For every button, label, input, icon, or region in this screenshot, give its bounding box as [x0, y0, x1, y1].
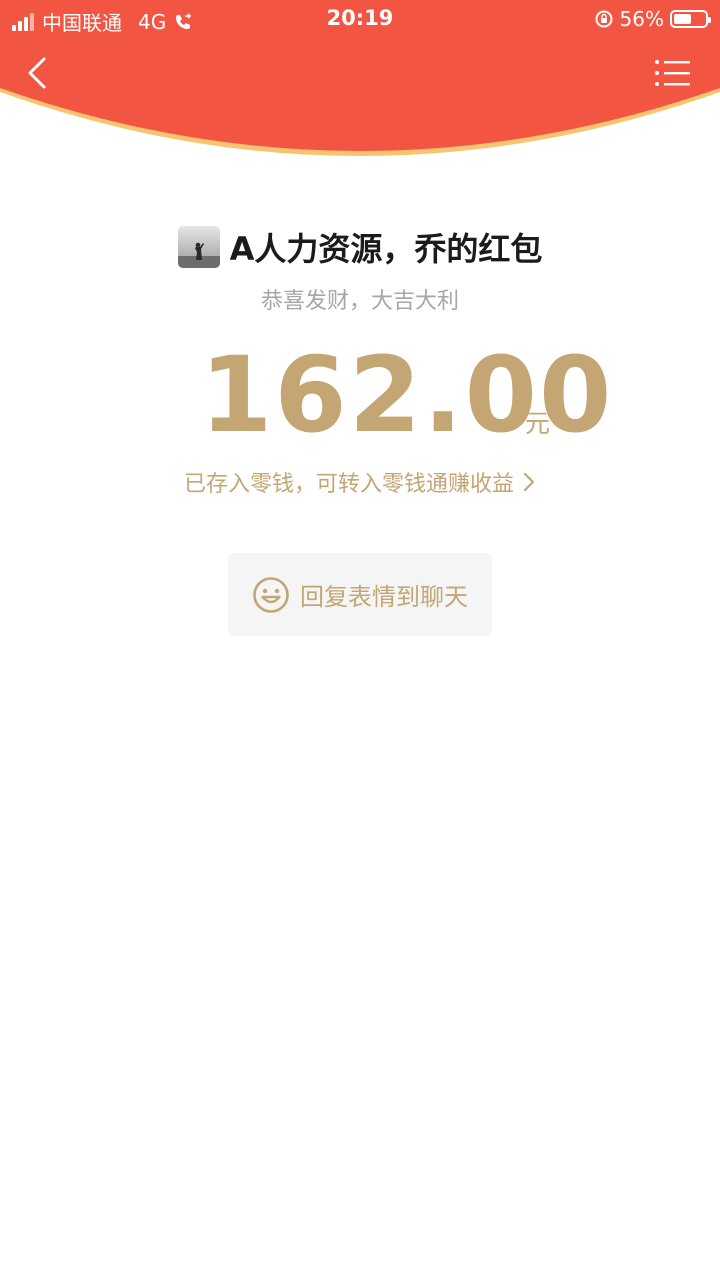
amount-row: 162.00 元 — [200, 340, 611, 450]
amount-value: 162.00 — [200, 334, 614, 456]
status-bar: 中国联通 4G 20:19 56% — [0, 0, 720, 38]
orientation-lock-icon — [595, 10, 613, 28]
reply-label: 回复表情到聊天 — [300, 583, 468, 611]
battery-percent: 56% — [619, 7, 664, 31]
blessing-text: 恭喜发财，大吉大利 — [260, 289, 459, 314]
wallet-note-link[interactable]: 已存入零钱，可转入零钱通赚收益 — [0, 466, 720, 498]
wallet-note-text: 已存入零钱，可转入零钱通赚收益 — [183, 472, 514, 497]
sender-avatar — [177, 226, 220, 268]
currency-unit: 元 — [525, 409, 551, 438]
chevron-left-icon[interactable] — [22, 55, 54, 91]
sender-row: A人力资源，乔的红包 — [0, 224, 720, 270]
sender-name: A人力资源，乔的红包 — [229, 230, 543, 268]
list-menu-icon[interactable] — [652, 58, 692, 88]
reply-sticker-button[interactable]: 回复表情到聊天 — [228, 553, 492, 636]
battery-icon — [670, 10, 711, 28]
chevron-right-icon — [523, 472, 535, 492]
smile-face-icon — [253, 576, 289, 613]
